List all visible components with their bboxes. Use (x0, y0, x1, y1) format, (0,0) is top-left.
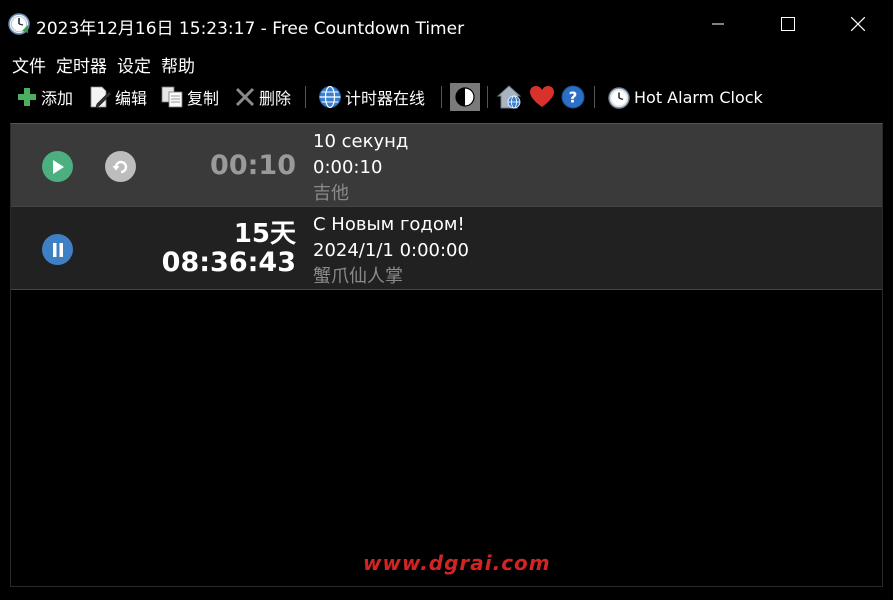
edit-button[interactable]: 编辑 (88, 82, 147, 112)
home-web-icon (496, 85, 522, 109)
globe-icon (319, 85, 341, 109)
toolbar-divider (305, 86, 306, 108)
help-button[interactable]: ? (561, 82, 585, 112)
alarm-clock-icon (608, 87, 630, 109)
watermark: www.dgrai.com (363, 551, 551, 575)
delete-icon (235, 87, 255, 107)
menu-bar: 文件 定时器 设定 帮助 (0, 50, 201, 78)
timer-list: 00:10 10 секунд 0:00:10 吉他 15天 08:36:43 … (10, 123, 883, 587)
theme-toggle-icon (450, 83, 480, 111)
menu-help[interactable]: 帮助 (157, 52, 199, 77)
delete-button[interactable]: 删除 (234, 82, 291, 112)
homepage-button[interactable] (496, 82, 524, 112)
toolbar-divider (441, 86, 442, 108)
close-button[interactable] (823, 0, 893, 48)
timer-sound: 蟹爪仙人掌 (313, 266, 403, 287)
plus-icon (18, 88, 36, 106)
play-button[interactable] (42, 151, 73, 182)
window-title: 2023年12月16日 15:23:17 - Free Countdown Ti… (36, 19, 465, 39)
minimize-icon (712, 23, 724, 25)
add-label: 添加 (41, 89, 74, 108)
title-bar: 2023年12月16日 15:23:17 - Free Countdown Ti… (0, 0, 893, 48)
timer-target: 2024/1/1 0:00:00 (313, 240, 469, 261)
online-timer-label: 计时器在线 (345, 89, 426, 108)
timer-name: 10 секунд (313, 131, 409, 152)
theme-toggle-button[interactable] (450, 82, 480, 112)
remaining-time: 08:36:43 (161, 247, 296, 278)
toolbar-divider (594, 86, 595, 108)
timer-sound: 吉他 (313, 183, 349, 204)
pause-button[interactable] (42, 234, 73, 265)
timer-row[interactable]: 00:10 10 секунд 0:00:10 吉他 (11, 124, 882, 207)
donate-button[interactable] (529, 82, 555, 112)
svg-text:?: ? (569, 89, 578, 107)
close-icon (851, 17, 865, 31)
toolbar: 添加 编辑 复制 删除 计时器在线 ? Hot Alarm Clock (0, 82, 893, 112)
timer-info: С Новым годом! 2024/1/1 0:00:00 蟹爪仙人掌 (313, 212, 469, 290)
remaining-time: 00:10 (210, 150, 296, 181)
timer-name: С Новым годом! (313, 214, 465, 235)
timer-target: 0:00:10 (313, 157, 383, 178)
heart-icon (530, 86, 554, 107)
app-clock-icon (8, 13, 30, 35)
online-timer-button[interactable]: 计时器在线 (318, 82, 425, 112)
pause-icon (52, 242, 63, 257)
maximize-icon (781, 17, 795, 31)
copy-label: 复制 (187, 89, 220, 108)
copy-button[interactable]: 复制 (160, 82, 219, 112)
timer-row[interactable]: 15天 08:36:43 С Новым годом! 2024/1/1 0:0… (11, 207, 882, 290)
menu-timer[interactable]: 定时器 (52, 52, 111, 77)
timer-info: 10 секунд 0:00:10 吉他 (313, 129, 408, 207)
hot-alarm-clock-button[interactable]: Hot Alarm Clock (607, 82, 763, 112)
delete-label: 删除 (259, 89, 292, 108)
help-icon: ? (561, 85, 585, 109)
repeat-button[interactable] (105, 151, 136, 182)
repeat-icon (112, 160, 127, 173)
remaining-days: 15天 (233, 219, 296, 249)
edit-label: 编辑 (115, 89, 148, 108)
toolbar-divider (487, 86, 488, 108)
play-icon (52, 159, 64, 174)
maximize-button[interactable] (753, 0, 823, 48)
menu-file[interactable]: 文件 (8, 52, 50, 77)
minimize-button[interactable] (683, 0, 753, 48)
copy-icon (161, 86, 183, 108)
edit-icon (90, 86, 112, 108)
add-button[interactable]: 添加 (16, 82, 73, 112)
hot-alarm-clock-label: Hot Alarm Clock (634, 87, 763, 107)
menu-settings[interactable]: 设定 (113, 52, 155, 77)
